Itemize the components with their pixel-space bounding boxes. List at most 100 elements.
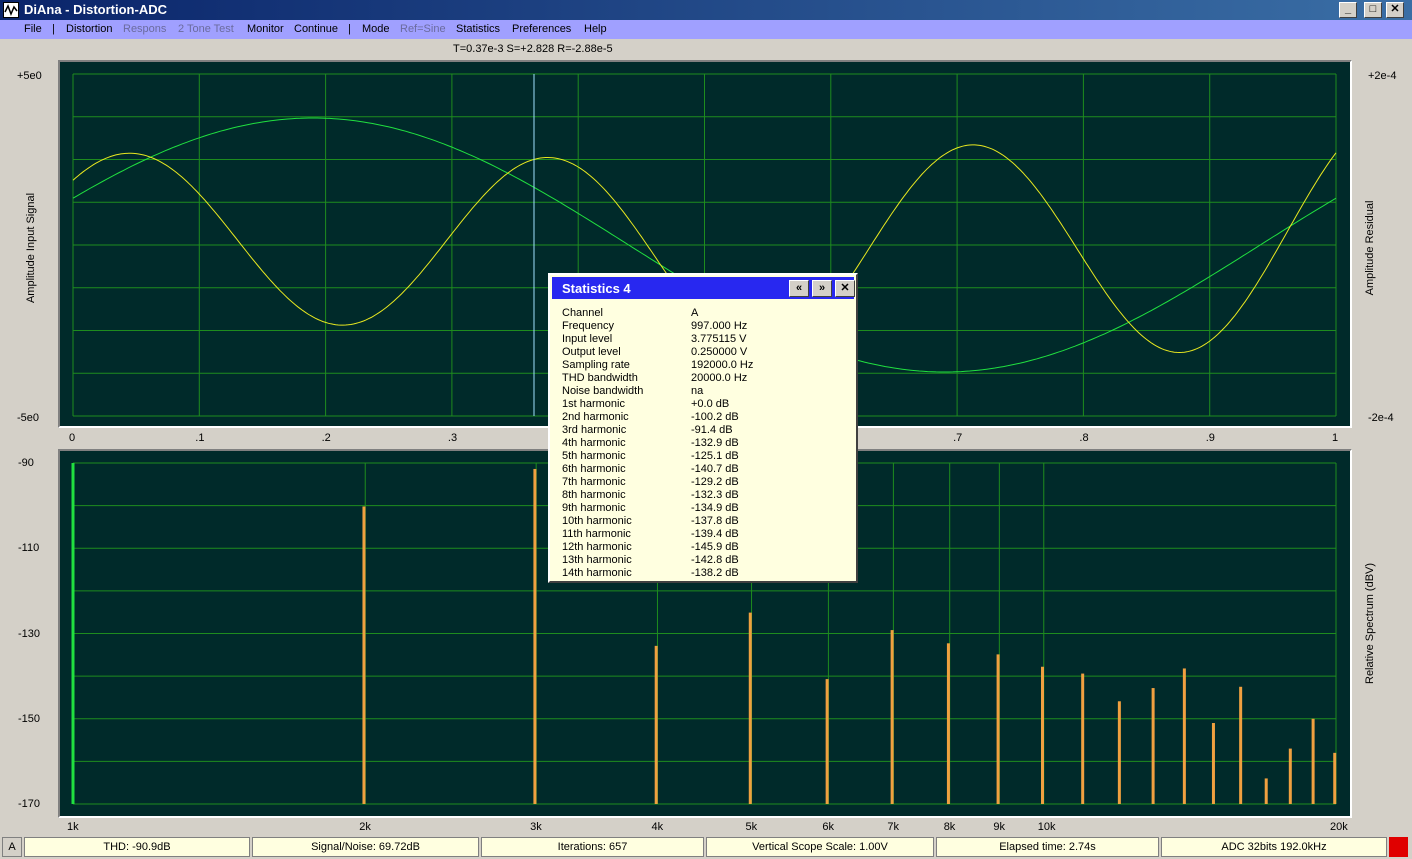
fundamental-bar (71, 463, 75, 804)
scope-right-top-label: +2e-4 (1368, 70, 1397, 82)
harmonic-bar (1239, 686, 1243, 804)
statistics-row-value: 3.775115 V (691, 333, 747, 345)
harmonic-bar (654, 645, 658, 804)
menu-item-monitor[interactable]: Monitor (247, 23, 284, 35)
spectrum-x-tick: 1k (67, 821, 79, 833)
harmonic-bar (748, 612, 752, 804)
scope-x-tick: .2 (321, 432, 331, 444)
status-signal-noise: Signal/Noise: 69.72dB (252, 837, 479, 857)
previous-icon[interactable]: « (789, 280, 809, 297)
statistics-row-label: Sampling rate (562, 359, 630, 371)
statistics-dialog-titlebar[interactable]: Statistics 4 « » ✕ (552, 277, 855, 299)
statistics-dialog-title: Statistics 4 (562, 281, 631, 296)
harmonic-bar (1041, 666, 1045, 804)
spectrum-x-tick: 8k (943, 821, 956, 833)
harmonic-bar (890, 630, 894, 804)
statistics-row-label: 8th harmonic (562, 489, 626, 501)
statistics-row-label: Input level (562, 333, 613, 345)
statistics-row-label: 5th harmonic (562, 450, 626, 462)
spectrum-y-tick: -170 (18, 798, 41, 810)
statistics-row: 6th harmonic -140.7 dB (562, 463, 852, 476)
spectrum-y-tick: -110 (18, 542, 40, 555)
statistics-dialog[interactable]: Statistics 4 « » ✕ Channel A Frequency 997.… (548, 273, 858, 583)
menu-item-help[interactable]: Help (584, 23, 607, 35)
statistics-row-value: -100.2 dB (691, 411, 739, 423)
harmonic-bar (825, 679, 829, 804)
spectrum-x-tick: 20k (1330, 821, 1348, 833)
statistics-row-value: -125.1 dB (691, 450, 739, 462)
menu-item-distortion[interactable]: Distortion (66, 23, 112, 35)
statistics-row-label: Frequency (562, 320, 614, 332)
statistics-row: 7th harmonic -129.2 dB (562, 476, 852, 489)
statistics-row-value: -142.8 dB (691, 554, 739, 566)
status-thd: THD: -90.9dB (24, 837, 250, 857)
statistics-row-label: Channel (562, 307, 603, 319)
scope-x-tick: .8 (1079, 432, 1089, 444)
statistics-row: Sampling rate 192000.0 Hz (562, 359, 852, 372)
statistics-row-value: +0.0 dB (691, 398, 730, 410)
statistics-row: 12th harmonic -145.9 dB (562, 541, 852, 554)
menu-item-mode[interactable]: Mode (362, 23, 390, 35)
harmonic-bar (1081, 673, 1085, 804)
statistics-row-label: THD bandwidth (562, 372, 638, 384)
statistics-row-label: 7th harmonic (562, 476, 626, 488)
menu-item-respons[interactable]: Respons (123, 23, 166, 35)
minimize-icon[interactable]: _ (1339, 2, 1357, 18)
menu-separator: | (348, 23, 351, 35)
statistics-row-value: -139.4 dB (691, 528, 739, 540)
harmonic-bar (1333, 752, 1337, 804)
menu-item-file[interactable]: File (24, 23, 42, 35)
menu-bar: File | Distortion Respons 2 Tone Test Monitor… (0, 20, 1412, 39)
statistics-row-value: 0.250000 V (691, 346, 748, 358)
statistics-row-value: na (691, 385, 704, 397)
statistics-row-value: -91.4 dB (691, 424, 733, 436)
menu-item-continue[interactable]: Continue (294, 23, 338, 35)
statistics-row-label: 13th harmonic (562, 554, 632, 566)
statistics-row-label: 14th harmonic (562, 567, 632, 579)
statistics-row: 5th harmonic -125.1 dB (562, 450, 852, 463)
statistics-row-value: -132.3 dB (691, 489, 739, 501)
scope-right-bottom-label: -2e-4 (1368, 412, 1394, 424)
spectrum-x-tick: 7k (887, 821, 900, 833)
status-bar: A THD: -90.9dB Signal/Noise: 69.72dB Ite… (0, 837, 1412, 859)
status-adc: ADC 32bits 192.0kHz (1161, 837, 1387, 857)
statistics-row-value: 997.000 Hz (691, 320, 748, 332)
statistics-row-label: Output level (562, 346, 621, 358)
statistics-row: 14th harmonic -138.2 dB (562, 567, 852, 580)
app-icon[interactable] (3, 2, 19, 18)
maximize-icon[interactable]: □ (1364, 2, 1382, 18)
statistics-row-label: 2nd harmonic (562, 411, 629, 423)
statistics-row-value: -134.9 dB (691, 502, 739, 514)
menu-item-ref-sine[interactable]: Ref=Sine (400, 23, 446, 35)
spectrum-x-tick: 4k (651, 821, 664, 833)
statistics-row-value: -140.7 dB (691, 463, 739, 475)
statistics-row: 11th harmonic -139.4 dB (562, 528, 852, 541)
statistics-row: 3rd harmonic -91.4 dB (562, 424, 852, 437)
harmonic-bar (1211, 723, 1215, 804)
harmonic-bar (1117, 701, 1121, 804)
harmonic-bar (533, 468, 537, 804)
status-indicator (1389, 837, 1408, 857)
statistics-row: 9th harmonic -134.9 dB (562, 502, 852, 515)
statistics-row-value: -145.9 dB (691, 541, 739, 553)
close-icon[interactable]: ✕ (1386, 2, 1404, 18)
menu-item-2-tone-test[interactable]: 2 Tone Test (178, 23, 234, 35)
harmonic-bar (1151, 688, 1155, 804)
title-bar[interactable]: DiAna - Distortion-ADC _ □ ✕ (0, 0, 1412, 20)
statistics-row-label: 4th harmonic (562, 437, 626, 449)
scope-x-tick: .3 (447, 432, 458, 444)
close-icon[interactable]: ✕ (835, 280, 855, 297)
statistics-row-value: 192000.0 Hz (691, 359, 754, 371)
window-title: DiAna - Distortion-ADC (24, 2, 167, 17)
statistics-row: Input level 3.775115 V (562, 333, 852, 346)
spectrum-y-tick: -130 (18, 627, 41, 640)
harmonic-bar (996, 654, 1000, 804)
menu-item-statistics[interactable]: Statistics (456, 23, 500, 35)
menu-item-preferences[interactable]: Preferences (512, 23, 571, 35)
statistics-row-value: -138.2 dB (691, 567, 739, 579)
spectrum-x-tick: 9k (993, 821, 1005, 833)
harmonic-bar (1182, 668, 1186, 804)
next-icon[interactable]: » (812, 280, 832, 297)
spectrum-x-tick: 6k (822, 821, 835, 833)
harmonic-bar (1311, 718, 1315, 804)
